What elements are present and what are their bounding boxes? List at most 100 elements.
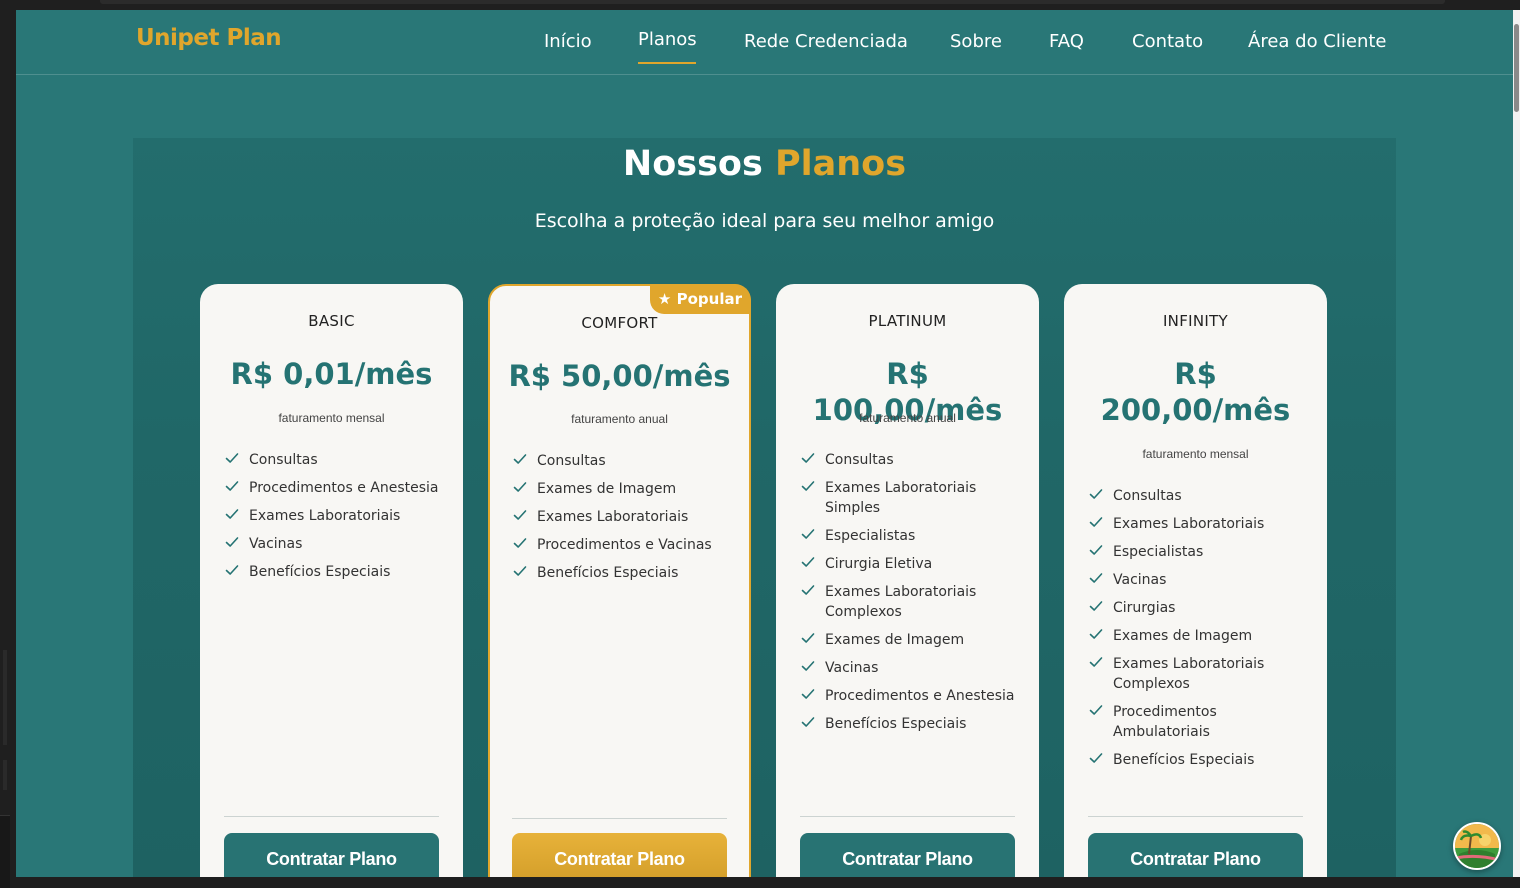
check-icon — [1089, 703, 1105, 719]
nav-active-underline — [638, 62, 696, 64]
feature-item: Vacinas — [801, 658, 1029, 678]
plan-card-platinum: PLATINUM R$ 100,00/mês faturamento anual… — [776, 284, 1039, 877]
check-icon — [1089, 515, 1105, 531]
card-divider — [512, 818, 727, 819]
check-icon — [1089, 655, 1105, 671]
check-icon — [801, 659, 817, 675]
feature-item: Vacinas — [1089, 570, 1317, 590]
feature-item: Consultas — [225, 450, 453, 470]
check-icon — [801, 479, 817, 495]
nav-link-contato[interactable]: Contato — [1132, 31, 1203, 52]
side-panel-mark — [0, 815, 10, 888]
plan-name: BASIC — [308, 312, 355, 330]
feature-label: Exames Laboratoriais — [537, 509, 689, 525]
feature-list: Consultas Exames de Imagem Exames Laborato… — [513, 451, 739, 591]
feature-label: Exames Laboratoriais Simples — [825, 480, 977, 516]
plan-price: R$ 200,00/mês — [1100, 357, 1291, 427]
feature-item: Exames de Imagem — [513, 479, 739, 499]
check-icon — [225, 535, 241, 551]
check-icon — [801, 451, 817, 467]
section-subtitle: Escolha a proteção ideal para seu melhor… — [534, 210, 995, 232]
feature-label: Especialistas — [825, 528, 916, 544]
feature-label: Vacinas — [1113, 572, 1167, 588]
plan-name: PLATINUM — [868, 312, 947, 330]
logo[interactable]: Unipet Plan — [136, 25, 282, 51]
check-icon — [801, 687, 817, 703]
window-left-strip — [0, 10, 16, 888]
card-divider — [800, 816, 1015, 817]
check-icon — [801, 555, 817, 571]
feature-label: Exames Laboratoriais — [1113, 516, 1265, 532]
chat-widget-button[interactable] — [1453, 822, 1501, 870]
section-title: Nossos Planos — [16, 144, 1513, 184]
feature-label: Benefícios Especiais — [1113, 752, 1255, 768]
check-icon — [1089, 543, 1105, 559]
plan-billing: faturamento mensal — [278, 411, 385, 425]
feature-list: Consultas Procedimentos e Anestesia Exames… — [225, 450, 453, 590]
feature-item: Exames de Imagem — [801, 630, 1029, 650]
contratar-plano-button[interactable]: Contratar Plano — [800, 833, 1015, 877]
beach-avatar-icon — [1455, 824, 1499, 868]
feature-item: Procedimentos Ambulatoriais — [1089, 702, 1317, 742]
navbar: Unipet Plan Início Planos Rede Credencia… — [16, 10, 1513, 75]
title-part1: Nossos — [622, 144, 763, 184]
plan-billing: faturamento mensal — [1142, 447, 1249, 461]
check-icon — [513, 536, 529, 552]
feature-label: Procedimentos e Anestesia — [825, 688, 1015, 704]
side-panel-mark — [3, 650, 7, 745]
feature-label: Consultas — [1113, 488, 1182, 504]
feature-label: Benefícios Especiais — [825, 716, 967, 732]
contratar-plano-button[interactable]: Contratar Plano — [1088, 833, 1303, 877]
nav-link-sobre[interactable]: Sobre — [950, 31, 1002, 52]
card-divider — [1088, 816, 1303, 817]
nav-link-inicio[interactable]: Início — [544, 31, 592, 52]
side-panel-mark — [3, 760, 7, 790]
check-icon — [801, 527, 817, 543]
feature-label: Exames de Imagem — [1113, 628, 1253, 644]
feature-item: Cirurgias — [1089, 598, 1317, 618]
feature-label: Consultas — [249, 452, 318, 468]
check-icon — [1089, 751, 1105, 767]
feature-label: Cirurgias — [1113, 600, 1176, 616]
check-icon — [1089, 627, 1105, 643]
feature-item: Exames Laboratoriais Simples — [801, 478, 1029, 518]
feature-label: Procedimentos Ambulatoriais — [1113, 704, 1217, 740]
feature-item: Benefícios Especiais — [225, 562, 453, 582]
check-icon — [225, 451, 241, 467]
contratar-plano-button[interactable]: Contratar Plano — [512, 833, 727, 877]
feature-item: Exames Laboratoriais — [225, 506, 453, 526]
window-top-strip — [0, 0, 1520, 10]
feature-label: Exames de Imagem — [537, 481, 677, 497]
popular-badge: ★ Popular — [649, 284, 751, 314]
feature-label: Consultas — [537, 453, 606, 469]
plan-billing: faturamento anual — [571, 412, 668, 426]
feature-label: Cirurgia Eletiva — [825, 556, 933, 572]
contratar-plano-button[interactable]: Contratar Plano — [224, 833, 439, 877]
feature-label: Exames Laboratoriais — [249, 508, 401, 524]
plan-price: R$ 50,00/mês — [508, 359, 731, 393]
browser-tab-bar — [100, 0, 1445, 4]
scrollbar[interactable] — [1513, 10, 1520, 877]
nav-link-planos[interactable]: Planos — [638, 29, 697, 50]
feature-label: Benefícios Especiais — [249, 564, 391, 580]
feature-label: Vacinas — [825, 660, 879, 676]
plan-card-comfort: ★ Popular COMFORT R$ 50,00/mês faturamen… — [488, 284, 751, 877]
plan-billing: faturamento anual — [859, 411, 956, 425]
nav-link-rede-credenciada[interactable]: Rede Credenciada — [744, 31, 908, 52]
feature-item: Especialistas — [801, 526, 1029, 546]
feature-label: Especialistas — [1113, 544, 1204, 560]
feature-label: Exames Laboratoriais Complexos — [825, 584, 977, 620]
feature-item: Procedimentos e Anestesia — [801, 686, 1029, 706]
check-icon — [513, 508, 529, 524]
check-icon — [225, 563, 241, 579]
scrollbar-thumb[interactable] — [1514, 24, 1519, 112]
feature-item: Exames Laboratoriais Complexos — [1089, 654, 1317, 694]
card-divider — [224, 816, 439, 817]
check-icon — [801, 715, 817, 731]
feature-item: Procedimentos e Anestesia — [225, 478, 453, 498]
check-icon — [1089, 571, 1105, 587]
check-icon — [513, 480, 529, 496]
check-icon — [513, 452, 529, 468]
nav-link-area-do-cliente[interactable]: Área do Cliente — [1248, 31, 1387, 52]
nav-link-faq[interactable]: FAQ — [1049, 31, 1084, 52]
